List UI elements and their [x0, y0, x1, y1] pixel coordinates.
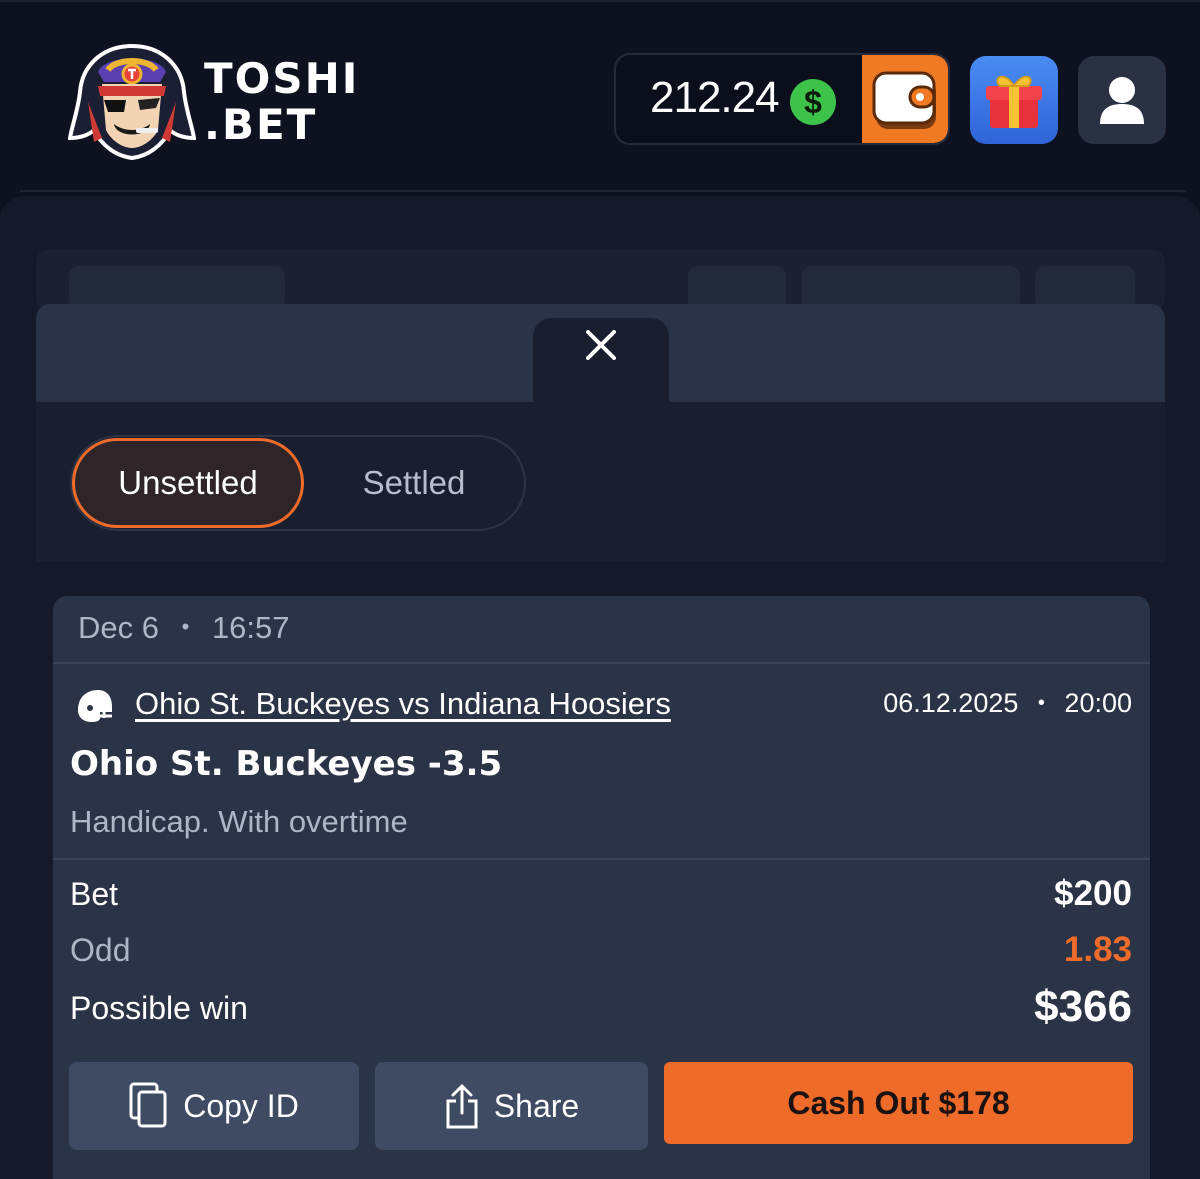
- copy-id-label: Copy ID: [183, 1087, 299, 1124]
- possible-win-label: Possible win: [70, 990, 248, 1026]
- separator-dot: •: [1037, 692, 1045, 714]
- balance-display[interactable]: 212.24 $: [614, 53, 950, 145]
- brand-line-1: TOSHI: [204, 54, 360, 103]
- copy-icon: [129, 1082, 167, 1128]
- separator-dot: •: [181, 614, 190, 639]
- bet-amount-value: $200: [1054, 874, 1132, 913]
- share-icon: [446, 1084, 478, 1129]
- bet-date: Dec 6: [78, 610, 159, 645]
- bet-market: Handicap. With overtime: [70, 804, 408, 839]
- odd-value: 1.83: [1063, 930, 1132, 969]
- match-time: 20:00: [1064, 688, 1132, 718]
- dollar-coin-icon: $: [790, 79, 836, 125]
- bet-time: 16:57: [211, 610, 290, 645]
- football-helmet-icon: [78, 690, 112, 722]
- user-icon: [1100, 77, 1144, 124]
- possible-win-value: $366: [1034, 982, 1132, 1031]
- card-divider: [53, 662, 1150, 664]
- match-date: 06.12.2025: [883, 688, 1019, 718]
- card-divider: [53, 858, 1150, 860]
- copy-id-button[interactable]: Copy ID: [69, 1062, 359, 1150]
- match-link[interactable]: Ohio St. Buckeyes vs Indiana Hoosiers: [135, 686, 671, 722]
- bet-selection: Ohio St. Buckeyes -3.5: [70, 744, 503, 784]
- tab-unsettled[interactable]: Unsettled: [72, 438, 304, 528]
- brand-name: TOSHI .BET: [204, 56, 359, 148]
- bet-amount-label: Bet: [70, 876, 119, 912]
- share-label: Share: [493, 1087, 580, 1124]
- balance-amount: 212.24: [650, 73, 780, 122]
- close-icon[interactable]: [584, 328, 618, 362]
- toshi-logo[interactable]: [68, 42, 196, 160]
- brand-line-2: .BET: [204, 100, 318, 149]
- match-start: 06.12.2025 • 20:00: [883, 688, 1132, 719]
- bet-placed-time: Dec 6 • 16:57: [78, 610, 290, 646]
- share-button[interactable]: Share: [375, 1062, 648, 1150]
- gift-button[interactable]: [970, 56, 1058, 144]
- wallet-button[interactable]: [862, 55, 948, 143]
- odd-label: Odd: [70, 932, 131, 968]
- header-divider: [20, 190, 1186, 192]
- cash-out-button[interactable]: Cash Out $178: [664, 1062, 1133, 1144]
- profile-button[interactable]: [1078, 56, 1166, 144]
- tab-settled[interactable]: Settled: [306, 438, 522, 528]
- wallet-icon: [872, 71, 936, 129]
- gift-icon: [986, 75, 1042, 128]
